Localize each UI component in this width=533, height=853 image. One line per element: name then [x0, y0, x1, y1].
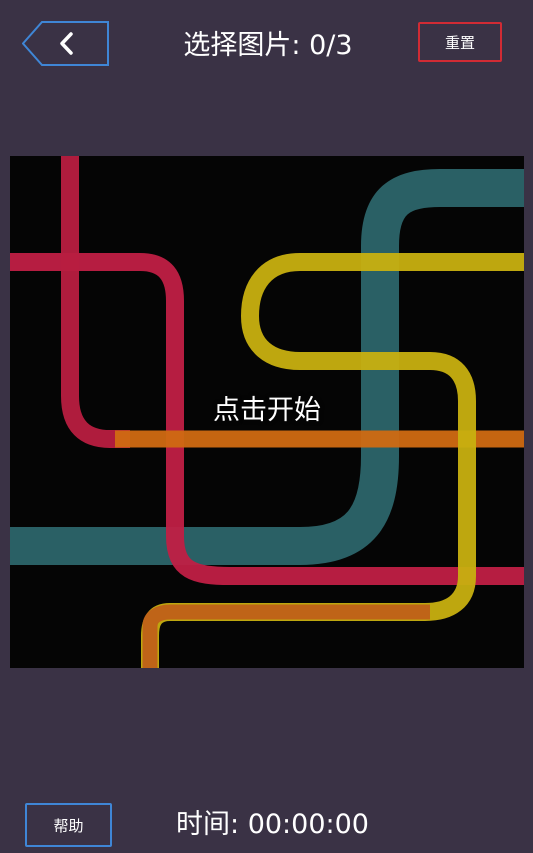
start-label: 点击开始: [213, 395, 321, 426]
chevron-left-icon: [60, 32, 73, 55]
timer: 时间: 00:00:00: [176, 809, 369, 840]
back-button-frame: [22, 21, 109, 66]
page-title: 选择图片: 0/3: [183, 30, 353, 61]
puzzle-board[interactable]: 点击开始: [10, 156, 524, 668]
help-button[interactable]: 帮助: [25, 803, 112, 847]
back-button[interactable]: [22, 21, 109, 66]
reset-button[interactable]: 重置: [418, 22, 502, 62]
